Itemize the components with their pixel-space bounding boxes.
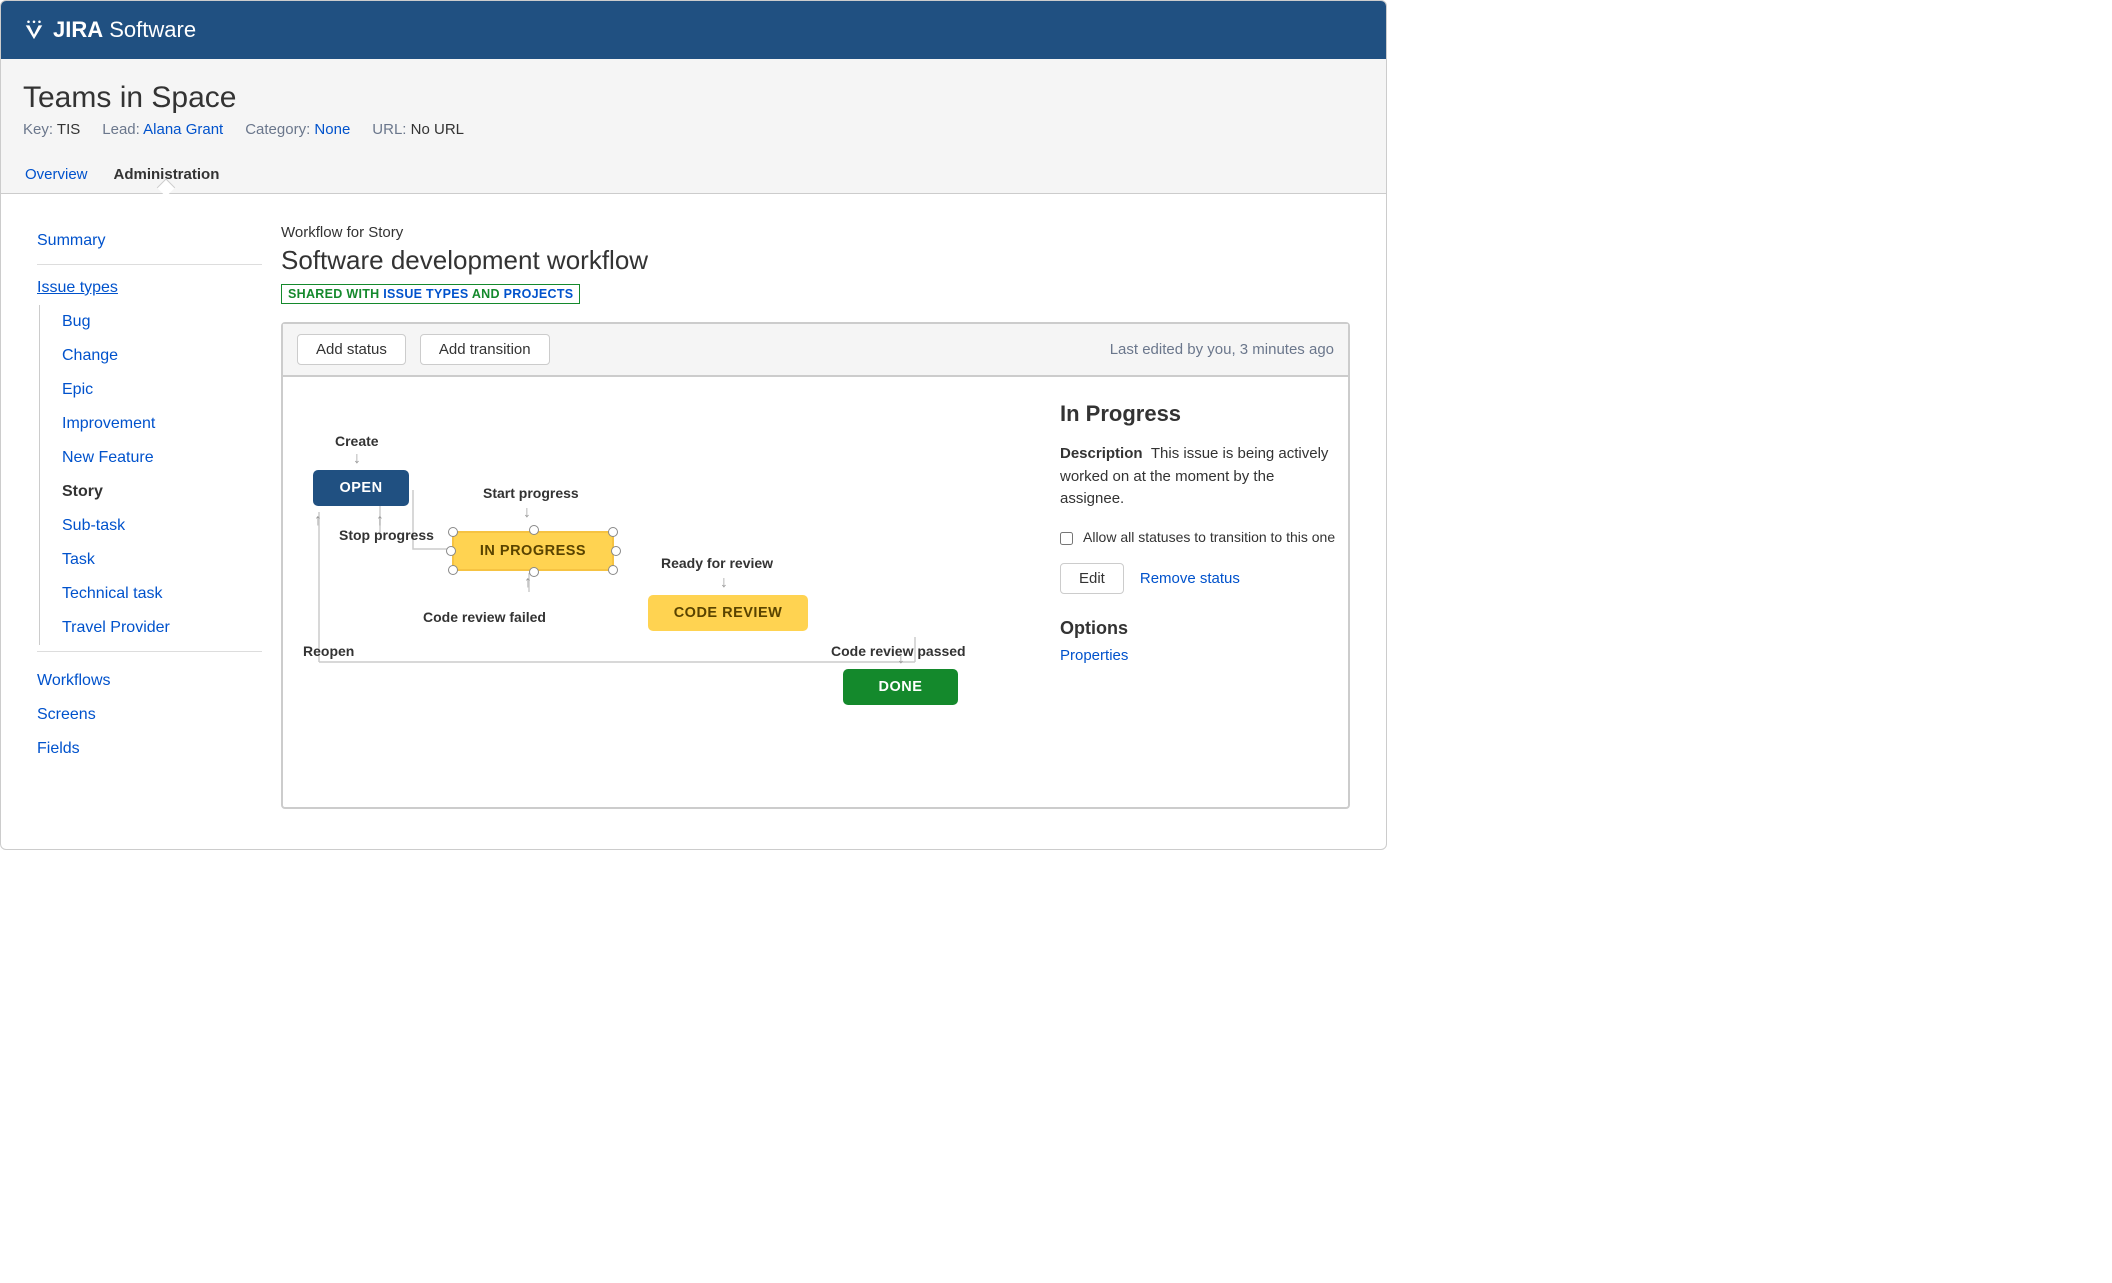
shared-projects-link[interactable]: PROJECTS bbox=[504, 287, 574, 301]
tab-administration[interactable]: Administration bbox=[112, 160, 222, 193]
sidebar-item-bug[interactable]: Bug bbox=[62, 305, 269, 339]
sidebar-item-travel-provider[interactable]: Travel Provider bbox=[62, 611, 269, 645]
add-transition-button[interactable]: Add transition bbox=[420, 334, 550, 365]
sidebar-summary[interactable]: Summary bbox=[37, 224, 269, 258]
sidebar-issue-types-heading[interactable]: Issue types bbox=[37, 277, 269, 305]
status-code-review[interactable]: CODE REVIEW bbox=[648, 595, 808, 631]
sidebar-item-improvement[interactable]: Improvement bbox=[62, 407, 269, 441]
sidebar-item-task[interactable]: Task bbox=[62, 543, 269, 577]
sidebar-item-subtask[interactable]: Sub-task bbox=[62, 509, 269, 543]
sidebar-item-new-feature[interactable]: New Feature bbox=[62, 441, 269, 475]
project-tabs: Overview Administration bbox=[23, 160, 1364, 193]
resize-handle[interactable] bbox=[611, 546, 621, 556]
sidebar-item-epic[interactable]: Epic bbox=[62, 373, 269, 407]
project-lead-link[interactable]: Alana Grant bbox=[143, 121, 223, 138]
project-category-link[interactable]: None bbox=[314, 121, 350, 138]
resize-handle[interactable] bbox=[446, 546, 456, 556]
jira-logo[interactable]: JIRA Software bbox=[23, 17, 196, 43]
sidebar-screens[interactable]: Screens bbox=[37, 698, 269, 732]
transition-stop-progress[interactable]: Stop progress bbox=[339, 527, 434, 543]
arrow-down-icon: ↓ bbox=[523, 505, 531, 521]
logo-brand: JIRA bbox=[53, 17, 103, 42]
last-edited-text: Last edited by you, 3 minutes ago bbox=[1110, 341, 1334, 358]
transition-reopen[interactable]: Reopen bbox=[303, 643, 354, 659]
arrow-up-icon: ↑ bbox=[314, 513, 322, 529]
arrow-down-icon: ↓ bbox=[353, 451, 361, 467]
resize-handle[interactable] bbox=[608, 527, 618, 537]
project-title: Teams in Space bbox=[23, 81, 1364, 115]
arrow-down-icon: ↓ bbox=[897, 651, 905, 667]
remove-status-link[interactable]: Remove status bbox=[1140, 570, 1240, 587]
transition-create[interactable]: Create bbox=[335, 433, 379, 449]
jira-logo-icon bbox=[23, 19, 45, 41]
global-navbar: JIRA Software bbox=[1, 1, 1386, 59]
transition-code-review-failed[interactable]: Code review failed bbox=[423, 609, 546, 625]
resize-handle[interactable] bbox=[608, 565, 618, 575]
sidebar-issue-types-list: Bug Change Epic Improvement New Feature … bbox=[39, 305, 269, 645]
status-open[interactable]: OPEN bbox=[313, 470, 409, 506]
arrow-up-icon: ↑ bbox=[524, 575, 532, 591]
editor-toolbar: Add status Add transition Last edited by… bbox=[283, 324, 1348, 377]
workflow-breadcrumb: Workflow for Story bbox=[281, 224, 1350, 241]
workflow-title: Software development workflow bbox=[281, 245, 1350, 276]
resize-handle[interactable] bbox=[448, 527, 458, 537]
allow-all-transitions-checkbox[interactable] bbox=[1060, 532, 1073, 545]
edit-status-button[interactable]: Edit bbox=[1060, 563, 1124, 594]
resize-handle[interactable] bbox=[448, 565, 458, 575]
workflow-editor: Add status Add transition Last edited by… bbox=[281, 322, 1350, 809]
logo-product: Software bbox=[109, 17, 196, 42]
project-header: Teams in Space Key: TIS Lead: Alana Gran… bbox=[1, 59, 1386, 194]
sidebar-item-technical-task[interactable]: Technical task bbox=[62, 577, 269, 611]
workflow-connectors bbox=[283, 377, 1003, 807]
project-url: No URL bbox=[411, 121, 464, 138]
resize-handle[interactable] bbox=[529, 525, 539, 535]
status-done[interactable]: DONE bbox=[843, 669, 958, 705]
transition-ready-for-review[interactable]: Ready for review bbox=[661, 555, 773, 571]
sidebar-divider bbox=[37, 264, 262, 265]
panel-options-heading: Options bbox=[1060, 618, 1336, 639]
add-status-button[interactable]: Add status bbox=[297, 334, 406, 365]
workflow-canvas[interactable]: Create ↓ OPEN Start progress ↓ ↑ Stop pr… bbox=[283, 377, 1048, 807]
project-key-label: Key: bbox=[23, 121, 53, 138]
project-lead-label: Lead: bbox=[102, 121, 140, 138]
status-detail-panel: In Progress Description This issue is be… bbox=[1048, 377, 1348, 807]
shared-badge: SHARED WITH ISSUE TYPES AND PROJECTS bbox=[281, 284, 580, 304]
status-in-progress[interactable]: IN PROGRESS bbox=[453, 532, 613, 570]
admin-sidebar: Summary Issue types Bug Change Epic Impr… bbox=[1, 194, 281, 849]
panel-desc-label: Description bbox=[1060, 445, 1143, 462]
sidebar-workflows[interactable]: Workflows bbox=[37, 664, 269, 698]
panel-title: In Progress bbox=[1060, 401, 1336, 427]
project-key: TIS bbox=[57, 121, 80, 138]
project-category-label: Category: bbox=[245, 121, 310, 138]
allow-all-transitions-option[interactable]: Allow all statuses to transition to this… bbox=[1060, 529, 1336, 545]
sidebar-item-change[interactable]: Change bbox=[62, 339, 269, 373]
allow-all-transitions-label: Allow all statuses to transition to this… bbox=[1083, 529, 1335, 545]
project-url-label: URL: bbox=[372, 121, 406, 138]
properties-link[interactable]: Properties bbox=[1060, 647, 1128, 664]
shared-issue-types-link[interactable]: ISSUE TYPES bbox=[383, 287, 468, 301]
sidebar-divider bbox=[37, 651, 262, 652]
transition-start-progress[interactable]: Start progress bbox=[483, 485, 579, 501]
arrow-down-icon: ↓ bbox=[720, 575, 728, 591]
sidebar-fields[interactable]: Fields bbox=[37, 732, 269, 766]
tab-overview[interactable]: Overview bbox=[23, 160, 90, 193]
sidebar-item-story[interactable]: Story bbox=[62, 475, 269, 509]
